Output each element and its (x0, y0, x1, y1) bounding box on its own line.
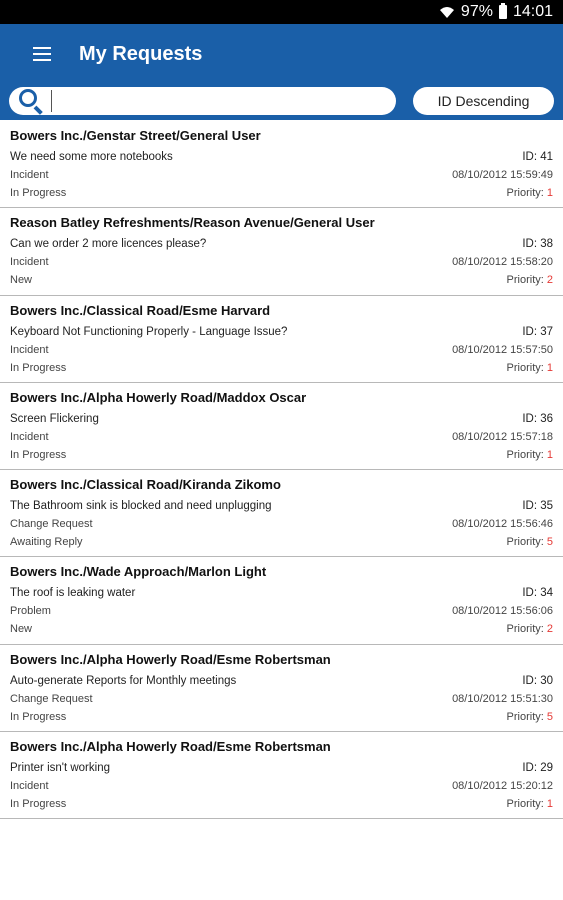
list-item[interactable]: Bowers Inc./Wade Approach/Marlon Light T… (0, 557, 563, 645)
wifi-icon (439, 5, 455, 19)
request-summary: Auto-generate Reports for Monthly meetin… (10, 674, 237, 687)
request-status: New (10, 623, 33, 636)
menu-icon[interactable] (33, 47, 51, 61)
request-id: ID: 35 (522, 500, 553, 513)
search-row: ID Descending (0, 84, 563, 120)
request-status: New (10, 274, 33, 287)
priority-value: 1 (546, 187, 553, 199)
list-item[interactable]: Bowers Inc./Classical Road/Esme Harvard … (0, 296, 563, 383)
sort-button[interactable]: ID Descending (413, 87, 554, 115)
list-item[interactable]: Bowers Inc./Genstar Street/General User … (0, 121, 563, 209)
search-icon[interactable] (17, 87, 47, 115)
request-date: 08/10/2012 15:58:20 (452, 256, 553, 269)
request-list: Bowers Inc./Genstar Street/General User … (0, 121, 563, 820)
request-type: Incident (10, 780, 49, 793)
request-id: ID: 38 (522, 238, 553, 251)
request-date: 08/10/2012 15:51:30 (452, 692, 553, 705)
request-title: Bowers Inc./Genstar Street/General User (10, 128, 261, 143)
status-bar: 97% 14:01 (0, 0, 563, 24)
priority-value: 2 (546, 623, 553, 636)
list-item[interactable]: Bowers Inc./Alpha Howerly Road/Esme Robe… (0, 645, 563, 733)
request-status: In Progress (10, 361, 67, 374)
request-summary: Can we order 2 more licences please? (10, 238, 207, 251)
request-date: 08/10/2012 15:56:06 (452, 605, 553, 618)
request-title: Bowers Inc./Classical Road/Esme Harvard (10, 302, 271, 318)
priority-value: 5 (546, 710, 553, 723)
request-title: Bowers Inc./Wade Approach/Marlon Light (10, 564, 267, 580)
request-id: ID: 41 (522, 151, 553, 163)
list-item[interactable]: Bowers Inc./Alpha Howerly Road/Esme Robe… (0, 732, 563, 820)
request-priority: Priority: 1 (507, 359, 553, 377)
list-item[interactable]: Bowers Inc./Classical Road/Kiranda Zikom… (0, 470, 563, 558)
priority-label: Priority: (506, 710, 547, 723)
request-type: Incident (10, 343, 49, 356)
request-title: Bowers Inc./Classical Road/Kiranda Zikom… (10, 477, 281, 493)
request-status: In Progress (10, 448, 67, 461)
request-date: 08/10/2012 15:20:12 (452, 780, 553, 793)
request-priority: Priority: 1 (507, 184, 553, 202)
request-type: Incident (10, 169, 49, 181)
request-summary: The roof is leaking water (10, 587, 136, 600)
request-title: Bowers Inc./Alpha Howerly Road/Maddox Os… (10, 389, 307, 405)
priority-label: Priority: (506, 798, 547, 811)
priority-label: Priority: (506, 187, 547, 199)
clock: 14:01 (512, 3, 553, 20)
priority-value: 1 (546, 448, 553, 461)
request-type: Incident (10, 430, 49, 443)
request-priority: Priority: 5 (507, 708, 553, 726)
page-title: My Requests (79, 42, 203, 65)
request-type: Change Request (10, 518, 93, 531)
request-summary: The Bathroom sink is blocked and need un… (10, 500, 272, 513)
list-item[interactable]: Reason Batley Refreshments/Reason Avenue… (0, 208, 563, 296)
battery-percent: 97% (460, 3, 493, 20)
search-box[interactable] (9, 87, 396, 115)
priority-label: Priority: (506, 623, 547, 636)
request-date: 08/10/2012 15:57:50 (452, 343, 553, 356)
request-status: Awaiting Reply (10, 536, 83, 549)
request-date: 08/10/2012 15:57:18 (452, 430, 553, 443)
request-status: In Progress (10, 798, 67, 811)
app-bar: My Requests (0, 24, 563, 84)
request-type: Change Request (10, 692, 93, 705)
request-id: ID: 36 (522, 412, 553, 425)
priority-value: 2 (546, 274, 553, 287)
request-priority: Priority: 1 (507, 446, 553, 464)
request-title: Bowers Inc./Alpha Howerly Road/Esme Robe… (10, 651, 331, 667)
request-type: Incident (10, 256, 49, 269)
priority-value: 1 (546, 361, 553, 374)
list-item[interactable]: Bowers Inc./Alpha Howerly Road/Maddox Os… (0, 383, 563, 471)
battery-icon (498, 3, 507, 19)
search-input[interactable] (51, 90, 384, 112)
request-status: In Progress (10, 187, 67, 199)
request-priority: Priority: 2 (507, 271, 553, 289)
priority-value: 5 (546, 536, 553, 549)
request-summary: We need some more notebooks (10, 151, 173, 163)
request-priority: Priority: 2 (507, 620, 553, 638)
request-status: In Progress (10, 710, 67, 723)
request-summary: Screen Flickering (10, 412, 99, 425)
request-id: ID: 30 (522, 674, 553, 687)
request-title: Bowers Inc./Alpha Howerly Road/Esme Robe… (10, 739, 331, 755)
request-title: Reason Batley Refreshments/Reason Avenue… (10, 215, 375, 231)
priority-label: Priority: (506, 536, 547, 549)
request-id: ID: 37 (522, 325, 553, 338)
request-summary: Keyboard Not Functioning Properly - Lang… (10, 325, 288, 338)
priority-label: Priority: (506, 448, 547, 461)
request-summary: Printer isn't working (10, 762, 110, 775)
request-priority: Priority: 5 (507, 533, 553, 551)
priority-value: 1 (546, 798, 553, 811)
request-type: Problem (10, 605, 51, 618)
request-date: 08/10/2012 15:56:46 (452, 518, 553, 531)
request-id: ID: 34 (522, 587, 553, 600)
priority-label: Priority: (506, 361, 547, 374)
request-date: 08/10/2012 15:59:49 (452, 169, 553, 181)
priority-label: Priority: (506, 274, 547, 287)
request-id: ID: 29 (522, 762, 553, 775)
request-priority: Priority: 1 (507, 795, 553, 813)
